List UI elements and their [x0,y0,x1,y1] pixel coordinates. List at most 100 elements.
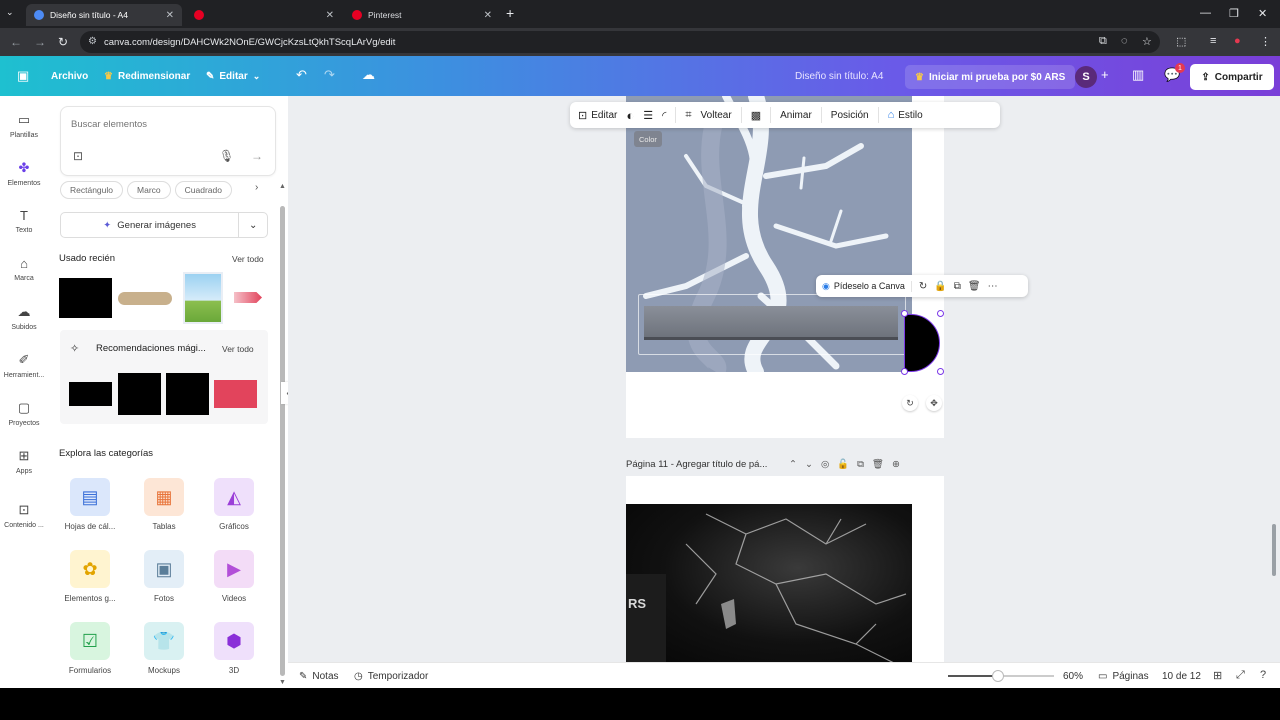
chevron-up-icon[interactable]: ⌃ [789,459,797,470]
zoom-slider-knob[interactable] [992,670,1004,682]
recent-see-all-link[interactable]: Ver todo [232,254,264,264]
recent-tan-pill[interactable] [118,292,172,305]
workspace-scrollbar[interactable] [1272,524,1276,576]
generate-images-button[interactable]: ✦ Generar imágenes ⌄ [60,212,268,238]
chip-marco[interactable]: Marco [127,181,171,199]
close-tab-icon[interactable]: ✕ [166,10,174,21]
chip-rectangulo[interactable]: Rectángulo [60,181,124,199]
magic-black-rect-2[interactable] [118,373,161,415]
recent-red-arrow[interactable] [234,292,262,303]
delete-page-icon[interactable]: 🗑 [872,459,884,470]
recent-landscape-image[interactable] [183,272,223,324]
rail-item-subidos[interactable]: ☁ Subidos [0,304,48,331]
site-info-icon[interactable]: ⚙ [88,36,97,47]
resize-handle[interactable] [901,310,908,317]
eye-off-icon[interactable]: ◌ [1121,35,1128,47]
back-icon[interactable]: ← [10,35,22,49]
chevron-down-icon[interactable]: ⌄ [239,220,267,231]
duplicate-page-icon[interactable]: ⧉ [857,459,864,470]
chip-cuadrado[interactable]: Cuadrado [174,181,232,199]
rotate-handle-icon[interactable]: ↻ [902,395,918,411]
profile-icon[interactable]: ● [1234,35,1241,47]
notes-button[interactable]: ✎ Notas [299,663,339,689]
reading-list-icon[interactable]: ≡ [1210,35,1216,47]
help-icon[interactable]: ? [1260,669,1266,681]
menu-panel-icon[interactable]: ▣ [17,68,29,84]
resize-handle[interactable] [937,310,944,317]
close-tab-icon[interactable]: ✕ [326,10,334,21]
minimize-icon[interactable]: — [1200,7,1211,19]
add-page-icon[interactable]: ⊕ [892,459,900,470]
category-fotos[interactable]: ▣ Fotos [134,550,194,603]
resize-handle[interactable] [937,368,944,375]
forward-icon[interactable]: → [34,35,46,49]
zoom-level[interactable]: 60% [1063,663,1083,689]
close-tab-icon[interactable]: ✕ [484,10,492,21]
panel-scrollbar[interactable] [280,206,285,676]
corner-radius-icon[interactable]: ◜ [662,109,666,122]
rail-item-texto[interactable]: T Texto [0,208,48,234]
category-tablas[interactable]: ▦ Tablas [134,478,194,531]
microphone-icon[interactable]: 🎙 [219,149,234,163]
lock-page-icon[interactable]: 🔓 [837,459,849,470]
redo-icon[interactable]: ↷ [324,67,335,83]
page-11-title[interactable]: Página 11 - Agregar título de pá... [626,459,781,470]
duplicate-icon[interactable]: ⧉ [954,281,961,292]
animate-button[interactable]: Animar [780,110,812,121]
resize-button[interactable]: ♛ Redimensionar [104,56,190,96]
scroll-up-icon[interactable]: ▲ [279,183,286,190]
pages-button[interactable]: ▭ Páginas [1098,663,1149,689]
avatar[interactable]: S [1075,66,1097,88]
hide-page-icon[interactable]: ◎ [821,459,829,470]
maximize-icon[interactable]: ❐ [1229,7,1239,20]
chevron-down-icon[interactable]: ⌄ [805,459,813,470]
more-icon[interactable]: ⋯ [988,281,998,292]
magic-black-rect-3[interactable] [166,373,209,415]
zoom-slider[interactable] [948,670,1054,682]
category-graficos[interactable]: ◭ Gráficos [204,478,264,531]
style-button[interactable]: ⌂ Estilo [888,109,923,121]
rail-item-elementos[interactable]: ✤ Elementos [0,160,48,187]
window-close-icon[interactable]: ✕ [1258,7,1267,20]
page-counter[interactable]: 10 de 12 [1162,663,1201,689]
resize-handle[interactable] [901,368,908,375]
document-title[interactable]: Diseño sin título: A4 [795,56,883,96]
edit-image-button[interactable]: ⊡ Editar [578,109,617,122]
category-3d[interactable]: ⬢ 3D [204,622,264,675]
crop-icon[interactable]: ⌗ [685,109,691,122]
grid-view-icon[interactable]: ⊞ [1213,669,1222,682]
extensions-icon[interactable]: ⬚ [1176,35,1186,48]
share-button[interactable]: ⇪ Compartir [1190,64,1274,90]
category-hojas[interactable]: ▤ Hojas de cál... [60,478,120,531]
tab-search-icon[interactable]: ⌄ [6,7,14,18]
install-icon[interactable]: ⧉ [1099,35,1107,48]
analytics-icon[interactable]: ▥ [1132,67,1144,83]
browser-menu-icon[interactable]: ⋮ [1260,35,1271,48]
add-collaborator-icon[interactable]: + [1101,67,1109,82]
browser-tab-pinterest-2[interactable]: Pinterest ✕ [344,4,500,26]
rotate-icon[interactable]: ↻ [919,281,927,292]
magic-see-all-link[interactable]: Ver todo [222,344,254,354]
position-button[interactable]: Posición [831,110,869,121]
new-tab-icon[interactable]: + [506,5,514,21]
category-videos[interactable]: ▶ Videos [204,550,264,603]
browser-tab-canva[interactable]: Diseño sin título - A4 ✕ [26,4,182,26]
arrow-right-icon[interactable]: → [251,149,263,163]
chevron-right-icon[interactable]: › [255,182,258,193]
generate-images-main[interactable]: ✦ Generar imágenes [61,213,240,237]
start-trial-button[interactable]: ♛ Iniciar mi prueba por $0 ARS [905,65,1076,89]
undo-icon[interactable]: ↶ [296,67,307,83]
category-formularios[interactable]: ☑ Formularios [60,622,120,675]
timer-button[interactable]: ◷ Temporizador [354,663,428,689]
flip-button[interactable]: Voltear [701,110,732,121]
lock-icon[interactable]: 🔒 [934,281,946,292]
rail-item-proyectos[interactable]: ▢ Proyectos [0,400,48,427]
fullscreen-icon[interactable]: ⤢ [1236,669,1245,682]
rail-item-marca[interactable]: ⌂ Marca [0,256,48,282]
dark-thorns-image[interactable]: RS [626,504,912,662]
browser-tab-pinterest-1[interactable]: ✕ [186,4,342,26]
cloud-saved-icon[interactable]: ☁ [362,67,375,83]
rail-item-plantillas[interactable]: ▭ Plantillas [0,112,48,139]
ask-canva-button[interactable]: ◉ Pídeselo a Canva [822,280,912,292]
edit-mode-button[interactable]: ✎ Editar ⌄ [206,56,260,96]
